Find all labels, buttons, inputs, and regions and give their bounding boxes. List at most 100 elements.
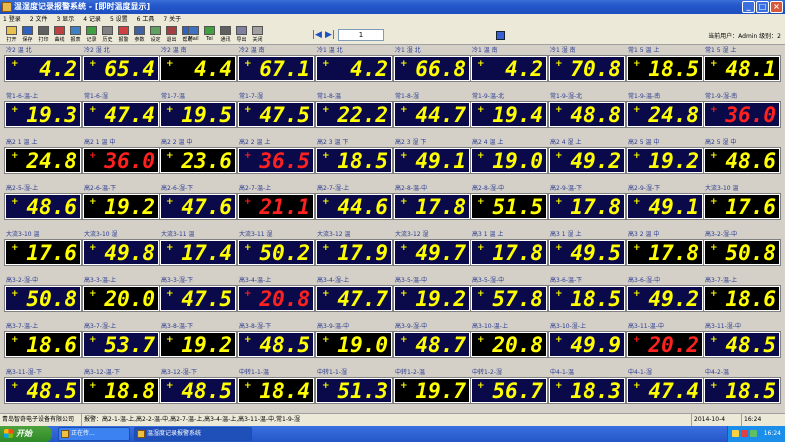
sensor-tile[interactable]: 高2 2 温 上 +36.5	[237, 137, 315, 183]
toolbar-button[interactable]: 导出	[233, 26, 250, 44]
sensor-tile[interactable]: 常1-7-湿 +47.5	[237, 91, 315, 137]
sensor-tile[interactable]: 高2-8-温-中 +17.8	[393, 183, 471, 229]
sensor-tile[interactable]: 冷1 湿 北 +66.8	[393, 45, 471, 91]
sensor-tile[interactable]: 高3-12-温-下 +18.8	[82, 367, 160, 413]
sensor-tile[interactable]: 高3-8-温-下 +19.2	[159, 321, 237, 367]
toolbar-button[interactable]: 打印	[35, 26, 52, 44]
next-page-button[interactable]: ▶|	[325, 30, 335, 40]
toolbar-button[interactable]: 关闭	[249, 26, 266, 44]
toolbar-button[interactable]: Mail	[185, 26, 202, 44]
sensor-tile[interactable]: 常1-8-温 +22.2	[315, 91, 393, 137]
sensor-tile[interactable]: 大流3-12 温 +17.9	[315, 229, 393, 275]
maximize-button[interactable]: □	[756, 1, 769, 13]
sensor-tile[interactable]: 高2-6-湿-下 +47.6	[159, 183, 237, 229]
sensor-tile[interactable]: 常1 5 湿 上 +48.1	[703, 45, 781, 91]
start-button[interactable]: 开始	[0, 426, 52, 442]
sensor-tile[interactable]: 高3-7-温-上 +18.6	[703, 275, 781, 321]
sensor-tile[interactable]: 高3-9-湿-中 +48.7	[393, 321, 471, 367]
sensor-tile[interactable]: 高3-5-温-中 +19.2	[393, 275, 471, 321]
taskbar-item-upload[interactable]: 正在传...	[58, 427, 130, 441]
sensor-tile[interactable]: 大流3-10 湿 +49.8	[82, 229, 160, 275]
toolbar-button[interactable]: 参数	[131, 26, 148, 44]
sensor-tile[interactable]: 高3-6-湿-中 +49.2	[626, 275, 704, 321]
sensor-tile[interactable]: 中4-2-温 +18.5	[703, 367, 781, 413]
sensor-tile[interactable]: 冷2 温 南 +67.1	[237, 45, 315, 91]
sensor-tile[interactable]: 高2-7-温-上 +21.1	[237, 183, 315, 229]
toolbar-button[interactable]: 报警	[115, 26, 132, 44]
sensor-tile[interactable]: 常1-9-温-南 +24.8	[626, 91, 704, 137]
sensor-tile[interactable]: 中4-1-湿 +47.4	[626, 367, 704, 413]
sensor-tile[interactable]: 冷2 温 北 +4.2	[4, 45, 82, 91]
sensor-tile[interactable]: 冷1 湿 南 +70.8	[548, 45, 626, 91]
toolbar-button[interactable]: 通讯	[217, 26, 234, 44]
sensor-tile[interactable]: 冷2 湿 北 +65.4	[82, 45, 160, 91]
sensor-tile[interactable]: 中转1-2-温 +19.7	[393, 367, 471, 413]
sensor-tile[interactable]: 中转1-1-湿 +51.3	[315, 367, 393, 413]
sensor-tile[interactable]: 高3-2-湿-中 +50.8	[4, 275, 82, 321]
close-button[interactable]: ×	[770, 1, 783, 13]
sensor-tile[interactable]: 常1-7-温 +19.5	[159, 91, 237, 137]
sensor-tile[interactable]: 常1-6-温-上 +19.3	[4, 91, 82, 137]
sensor-tile[interactable]: 常1-6-湿 +47.4	[82, 91, 160, 137]
sensor-tile[interactable]: 高3-9-温-中 +19.0	[315, 321, 393, 367]
sensor-tile[interactable]: 常1 5 温 上 +18.5	[626, 45, 704, 91]
sensor-tile[interactable]: 高3 1 温 上 +17.8	[470, 229, 548, 275]
sensor-tile[interactable]: 高2-9-温-下 +17.8	[548, 183, 626, 229]
sensor-tile[interactable]: 高3-11-温-中 +20.2	[626, 321, 704, 367]
sensor-tile[interactable]: 高3-6-温-下 +18.5	[548, 275, 626, 321]
sensor-tile[interactable]: 高2-9-湿-下 +49.1	[626, 183, 704, 229]
menu-item[interactable]: 7 关于	[163, 14, 181, 25]
sensor-tile[interactable]: 冷1 温 南 +4.2	[470, 45, 548, 91]
toolbar-button[interactable]: 设定	[147, 26, 164, 44]
page-number-input[interactable]: 1	[338, 29, 384, 41]
first-page-button[interactable]: |◀	[312, 30, 322, 40]
sensor-tile[interactable]: 高2 1 温 上 +24.8	[4, 137, 82, 183]
sensor-tile[interactable]: 高3-2-湿-中 +50.8	[703, 229, 781, 275]
sensor-tile[interactable]: 高2 4 温 上 +19.0	[470, 137, 548, 183]
toolbar-button[interactable]: 记录	[83, 26, 100, 44]
sensor-tile[interactable]: 高3-8-湿-下 +48.5	[237, 321, 315, 367]
sensor-tile[interactable]: 高2 1 温 中 +36.0	[82, 137, 160, 183]
toolbar-button[interactable]: Tel	[201, 26, 218, 44]
menu-item[interactable]: 5 设置	[110, 14, 128, 25]
sensor-tile[interactable]: 高2-7-湿-上 +44.6	[315, 183, 393, 229]
sensor-tile[interactable]: 高2 2 温 中 +23.6	[159, 137, 237, 183]
sensor-tile[interactable]: 高3 1 湿 上 +49.5	[548, 229, 626, 275]
toolbar-button[interactable]: 退出	[163, 26, 180, 44]
sensor-tile[interactable]: 高2-6-温-下 +19.2	[82, 183, 160, 229]
sensor-tile[interactable]: 冷2 温 南 +4.4	[159, 45, 237, 91]
toolbar-button[interactable]: 保存	[19, 26, 36, 44]
sensor-tile[interactable]: 高3-7-湿-上 +53.7	[82, 321, 160, 367]
menu-item[interactable]: 2 文件	[30, 14, 48, 25]
network-icon[interactable]	[732, 430, 739, 437]
sensor-tile[interactable]: 高3-3-温-上 +20.0	[82, 275, 160, 321]
menu-item[interactable]: 6 工具	[137, 14, 155, 25]
sensor-tile[interactable]: 常1-9-湿-南 +36.0	[703, 91, 781, 137]
sensor-tile[interactable]: 中4-1-温 +18.3	[548, 367, 626, 413]
sensor-tile[interactable]: 高3-5-湿-中 +57.8	[470, 275, 548, 321]
sensor-tile[interactable]: 高2 5 湿 中 +48.6	[703, 137, 781, 183]
sensor-tile[interactable]: 高3-4-湿-上 +47.7	[315, 275, 393, 321]
sensor-tile[interactable]: 高2-5-湿-上 +48.6	[4, 183, 82, 229]
menu-item[interactable]: 4 记录	[83, 14, 101, 25]
sensor-tile[interactable]: 高3-11-湿-下 +48.5	[4, 367, 82, 413]
sensor-tile[interactable]: 大流3-11 温 +17.4	[159, 229, 237, 275]
sensor-tile[interactable]: 大流3-11 湿 +50.2	[237, 229, 315, 275]
sensor-tile[interactable]: 中转1-1-温 +18.4	[237, 367, 315, 413]
sensor-tile[interactable]: 高3-12-湿-下 +48.5	[159, 367, 237, 413]
sensor-tile[interactable]: 高3-7-温-上 +18.6	[4, 321, 82, 367]
sensor-tile[interactable]: 常1-9-温-北 +19.4	[470, 91, 548, 137]
sensor-tile[interactable]: 高3 2 温 中 +17.8	[626, 229, 704, 275]
sensor-tile[interactable]: 高3-4-温-上 +20.8	[237, 275, 315, 321]
toolbar-button[interactable]: 曲线	[51, 26, 68, 44]
taskbar-item-app[interactable]: 温湿度记录报警系统	[134, 427, 252, 441]
sensor-tile[interactable]: 高2 3 温 下 +18.5	[315, 137, 393, 183]
sensor-tile[interactable]: 常1-9-湿-北 +48.8	[548, 91, 626, 137]
sensor-tile[interactable]: 高2 3 湿 下 +49.1	[393, 137, 471, 183]
sensor-tile[interactable]: 高2 4 湿 上 +49.2	[548, 137, 626, 183]
sensor-tile[interactable]: 大流3-10 温 +17.6	[703, 183, 781, 229]
sensor-tile[interactable]: 高3-10-温-上 +20.8	[470, 321, 548, 367]
sensor-tile[interactable]: 高2 5 温 中 +19.2	[626, 137, 704, 183]
toolbar-button[interactable]: 打开	[3, 26, 20, 44]
sensor-tile[interactable]: 大流3-10 温 +17.6	[4, 229, 82, 275]
